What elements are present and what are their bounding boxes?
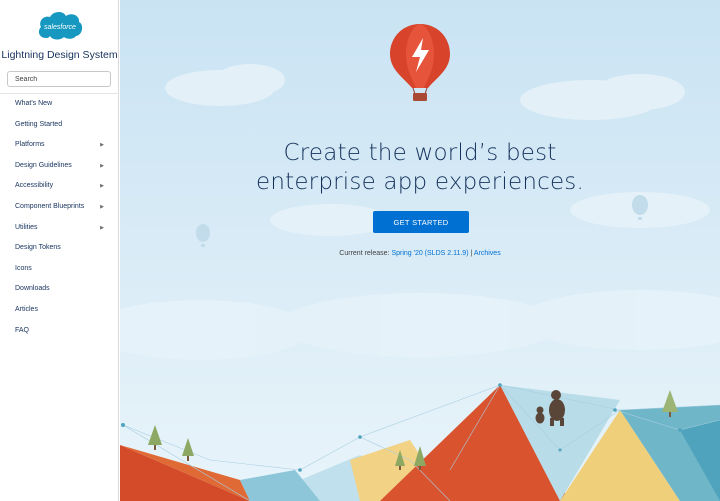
get-started-button[interactable]: GET STARTED <box>373 211 469 233</box>
sidebar-item-label: Design Guidelines <box>15 161 72 169</box>
sidebar-item-label: Accessibility <box>15 182 54 190</box>
app-title: Lightning Design System <box>1 49 118 61</box>
sidebar-item-label: Articles <box>15 305 38 313</box>
sidebar-item-label: Utilities <box>15 223 38 231</box>
sidebar: salesforce Lightning Design System What'… <box>0 0 119 501</box>
sidebar-item-label: FAQ <box>15 326 30 334</box>
sidebar-item-component-blueprints[interactable]: Component Blueprints ▶ <box>0 197 119 218</box>
sidebar-item-getting-started[interactable]: Getting Started <box>0 115 119 136</box>
sidebar-item-design-tokens[interactable]: Design Tokens <box>0 238 119 259</box>
archives-link[interactable]: Archives <box>474 250 501 257</box>
logo-text: salesforce <box>44 24 76 31</box>
hero-section: Create the world’s best enterprise app e… <box>120 0 720 501</box>
sidebar-item-label: Getting Started <box>15 120 63 128</box>
sidebar-item-utilities[interactable]: Utilities ▶ <box>0 218 119 239</box>
sidebar-item-label: What's New <box>15 100 53 107</box>
sidebar-item-label: Component Blueprints <box>15 202 85 210</box>
caret-right-icon: ▶ <box>100 203 104 210</box>
sidebar-item-label: Downloads <box>15 285 50 293</box>
sidebar-item-label: Icons <box>15 264 32 272</box>
sidebar-item-platforms[interactable]: Platforms ▶ <box>0 135 119 156</box>
caret-right-icon: ▶ <box>100 224 104 231</box>
headline-line-1: Create the world’s best <box>283 140 557 166</box>
sidebar-item-downloads[interactable]: Downloads <box>0 279 119 300</box>
release-info: Current release: Spring '20 (SLDS 2.11.9… <box>120 250 720 257</box>
sidebar-item-icons[interactable]: Icons <box>0 259 119 280</box>
sidebar-item-whats-new[interactable]: What's New <box>0 94 119 115</box>
sidebar-item-articles[interactable]: Articles <box>0 300 119 321</box>
salesforce-logo-icon[interactable]: salesforce <box>36 8 84 42</box>
hero-headline: Create the world’s best enterprise app e… <box>120 139 720 197</box>
release-link[interactable]: Spring '20 (SLDS 2.11.9) <box>391 250 468 257</box>
caret-right-icon: ▶ <box>100 162 104 169</box>
sidebar-nav: What's New Getting Started Platforms ▶ De… <box>0 94 119 341</box>
caret-right-icon: ▶ <box>100 142 104 149</box>
headline-line-2: enterprise app experiences. <box>255 169 585 195</box>
caret-right-icon: ▶ <box>100 183 104 190</box>
search-input[interactable] <box>7 71 111 87</box>
sidebar-item-accessibility[interactable]: Accessibility ▶ <box>0 176 119 197</box>
sidebar-item-faq[interactable]: FAQ <box>0 321 119 342</box>
sidebar-item-label: Platforms <box>15 141 45 149</box>
sidebar-item-label: Design Tokens <box>15 244 61 252</box>
release-prefix: Current release: <box>339 250 392 257</box>
sidebar-item-design-guidelines[interactable]: Design Guidelines ▶ <box>0 156 119 177</box>
